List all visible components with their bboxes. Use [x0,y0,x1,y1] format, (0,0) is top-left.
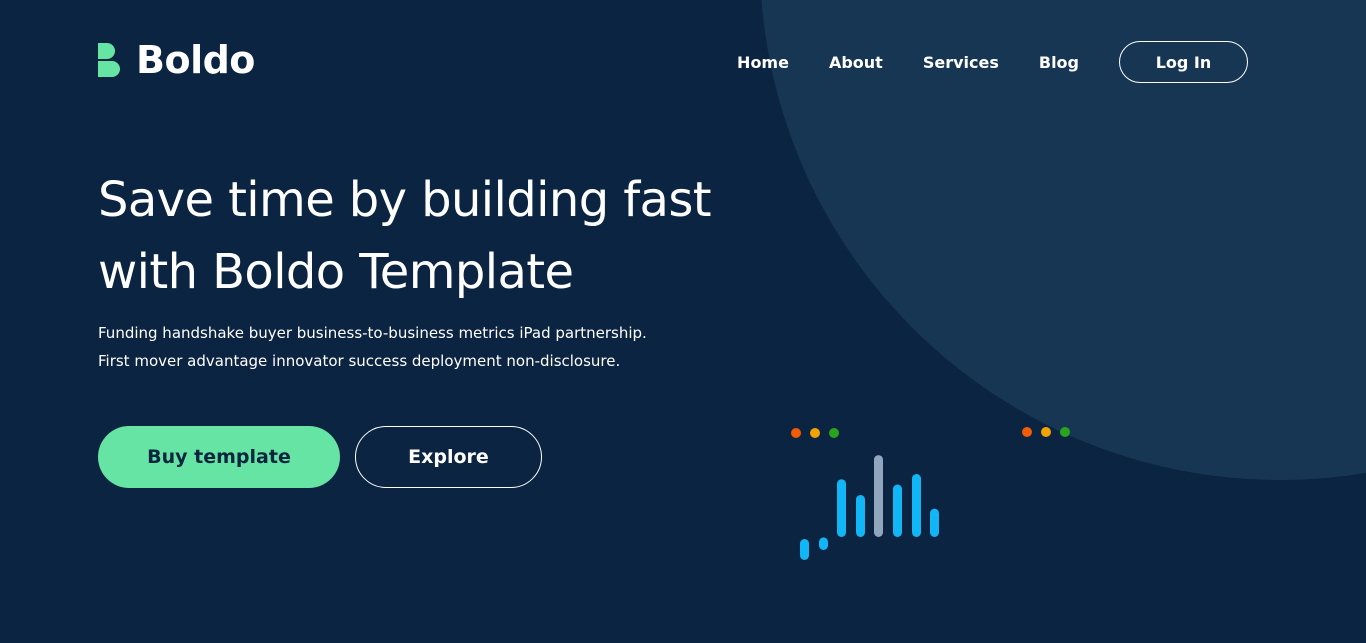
hero-title-line-2: with Boldo Template [98,244,574,300]
hero-description: Funding handshake buyer business-to-busi… [98,319,718,375]
red-dot-icon [791,428,801,438]
buy-template-button[interactable]: Buy template [98,426,340,488]
brand-name: Boldo [136,38,255,82]
decorative-bar-graphic [800,455,939,560]
explore-button[interactable]: Explore [355,426,542,488]
red-dot-icon [1022,427,1032,437]
hero-title: Save time by building fast with Boldo Te… [98,164,738,308]
green-dot-icon [1060,427,1070,437]
decorative-bar [819,537,828,550]
window-dots-left [791,428,839,438]
main-nav: Home About Services Blog Log In [737,41,1248,83]
decorative-bar [856,495,865,537]
nav-link-about[interactable]: About [829,53,883,72]
yellow-dot-icon [810,428,820,438]
boldo-logo-icon [98,43,120,77]
decorative-bar [837,479,846,537]
decorative-bar [912,474,921,537]
hero-description-line-2: First mover advantage innovator success … [98,352,621,370]
yellow-dot-icon [1041,427,1051,437]
hero-description-line-1: Funding handshake buyer business-to-busi… [98,324,647,342]
hero-title-line-1: Save time by building fast [98,172,712,228]
landing-page: Boldo Home About Services Blog Log In Sa… [0,0,1366,643]
decorative-bar [874,455,883,537]
login-button[interactable]: Log In [1119,41,1248,83]
decorative-bar [930,508,939,537]
nav-link-services[interactable]: Services [923,53,999,72]
decorative-bar [893,484,902,537]
nav-link-home[interactable]: Home [737,53,789,72]
brand-logo[interactable]: Boldo [98,40,255,80]
decorative-bar [800,539,809,560]
green-dot-icon [829,428,839,438]
window-dots-right [1022,427,1070,437]
nav-link-blog[interactable]: Blog [1039,53,1079,72]
